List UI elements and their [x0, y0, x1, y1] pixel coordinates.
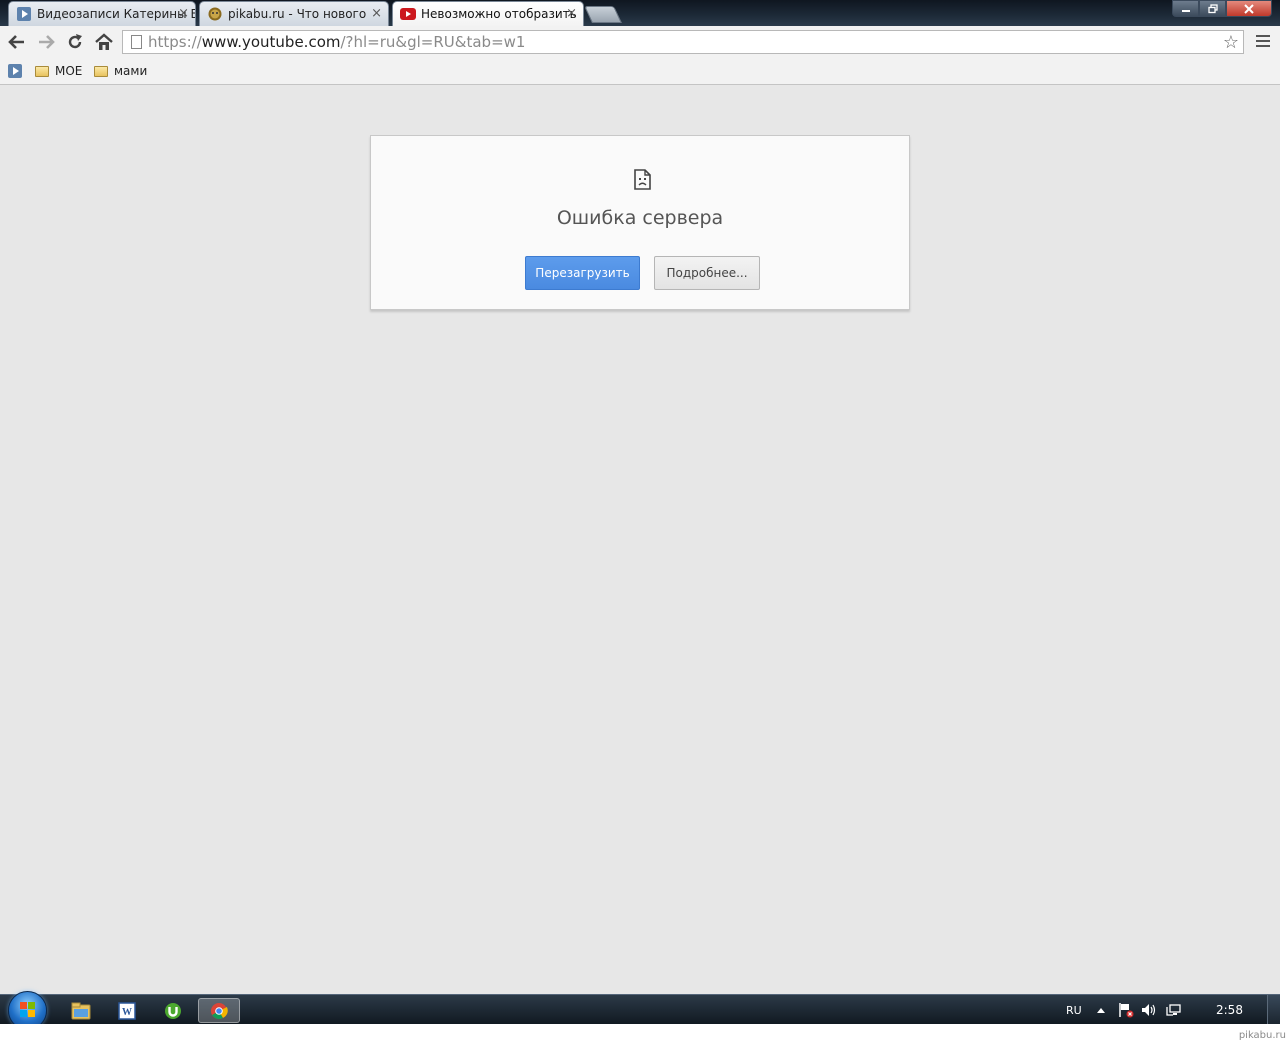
restore-icon [1207, 3, 1218, 13]
minimize-icon [1181, 9, 1190, 12]
sad-document-icon [634, 169, 651, 190]
reload-page-button[interactable]: Перезагрузить [525, 256, 640, 290]
close-icon [1244, 3, 1254, 14]
speaker-icon [1142, 1004, 1156, 1016]
page-content: Ошибка сервера Перезагрузить Подробнее..… [0, 85, 1280, 994]
home-button[interactable] [93, 31, 115, 53]
bookmark-folder-mami[interactable]: мами [94, 62, 147, 80]
taskbar-explorer[interactable] [62, 998, 100, 1023]
network-icon [1166, 1004, 1181, 1016]
bookmarks-bar: МОЕ мами [0, 59, 1280, 85]
footer-strip [0, 1024, 1288, 1048]
utorrent-icon [165, 1002, 181, 1019]
svg-text:W: W [122, 1007, 132, 1018]
show-desktop-button[interactable] [1267, 995, 1280, 1025]
tab-title: Видеозаписи Катерины В [37, 7, 196, 21]
reload-icon [68, 34, 82, 49]
tab-close-icon[interactable]: × [566, 2, 577, 26]
forward-button[interactable] [35, 31, 57, 53]
pikabu-icon [208, 7, 222, 21]
tray-volume[interactable] [1141, 995, 1157, 1025]
close-button[interactable] [1226, 0, 1272, 17]
tab-close-icon[interactable]: × [178, 2, 189, 26]
reload-button[interactable] [64, 31, 86, 53]
tab-videos[interactable]: Видеозаписи Катерины В × [8, 1, 196, 26]
video-play-icon [17, 7, 31, 21]
folder-icon [94, 65, 108, 77]
folder-icon [35, 65, 49, 77]
error-title: Ошибка сервера [556, 207, 724, 229]
clock[interactable]: 2:58 [1216, 995, 1243, 1025]
bookmark-label: МОЕ [55, 64, 83, 78]
minimize-button[interactable] [1172, 0, 1199, 17]
tab-close-icon[interactable]: × [371, 2, 382, 26]
address-bar[interactable]: https://www.youtube.com/?hl=ru&gl=RU&tab… [122, 30, 1244, 54]
right-edge [1280, 0, 1288, 1024]
browser-toolbar: https://www.youtube.com/?hl=ru&gl=RU&tab… [0, 26, 1280, 59]
page-icon [131, 35, 142, 49]
tray-expand-icon[interactable] [1097, 995, 1105, 1025]
arrow-left-icon [8, 35, 24, 49]
taskbar-chrome[interactable] [198, 998, 240, 1023]
new-tab-button[interactable] [584, 6, 622, 23]
restore-button[interactable] [1199, 0, 1226, 17]
url-path: /?hl=ru&gl=RU&tab=w1 [340, 33, 526, 51]
explorer-icon [71, 1002, 91, 1019]
url-scheme: https:// [148, 33, 202, 51]
tray-action-center[interactable] [1118, 995, 1134, 1025]
details-button[interactable]: Подробнее... [654, 256, 760, 290]
bookmark-video[interactable] [8, 62, 22, 80]
screen: Видеозаписи Катерины В × pikabu.ru - Что… [0, 0, 1280, 1048]
url-host: www.youtube.com [201, 33, 341, 51]
arrow-right-icon [39, 35, 55, 49]
chrome-menu-icon[interactable] [1256, 35, 1270, 50]
bookmark-label: мами [114, 64, 148, 78]
back-button[interactable] [6, 31, 28, 53]
tray-network[interactable] [1166, 995, 1182, 1025]
word-icon: W [118, 1001, 136, 1020]
taskbar-word[interactable]: W [108, 998, 146, 1023]
chrome-icon [211, 1002, 228, 1019]
flag-alert-icon [1119, 1003, 1134, 1018]
windows-taskbar: W RU 2:58 [0, 991, 1280, 1030]
tab-title: Невозможно отобразить [421, 7, 577, 21]
home-icon [95, 33, 113, 50]
language-indicator[interactable]: RU [1066, 995, 1082, 1025]
video-play-icon [8, 64, 22, 78]
chevron-up-icon [1097, 1008, 1105, 1013]
tab-pikabu[interactable]: pikabu.ru - Что нового × [199, 1, 389, 26]
taskbar-utorrent[interactable] [154, 998, 192, 1023]
youtube-icon [400, 8, 416, 20]
tab-strip: Видеозаписи Катерины В × pikabu.ru - Что… [0, 0, 1280, 26]
windows-logo-icon [20, 1002, 35, 1017]
bookmark-star-icon[interactable]: ☆ [1223, 32, 1239, 53]
tab-youtube-error[interactable]: Невозможно отобразить × [392, 1, 584, 26]
watermark: pikabu.ru [1238, 1030, 1286, 1041]
error-card: Ошибка сервера Перезагрузить Подробнее..… [370, 135, 910, 310]
window-controls [1172, 0, 1272, 18]
tab-title: pikabu.ru - Что нового [228, 7, 367, 21]
bookmark-folder-moe[interactable]: МОЕ [35, 62, 82, 80]
